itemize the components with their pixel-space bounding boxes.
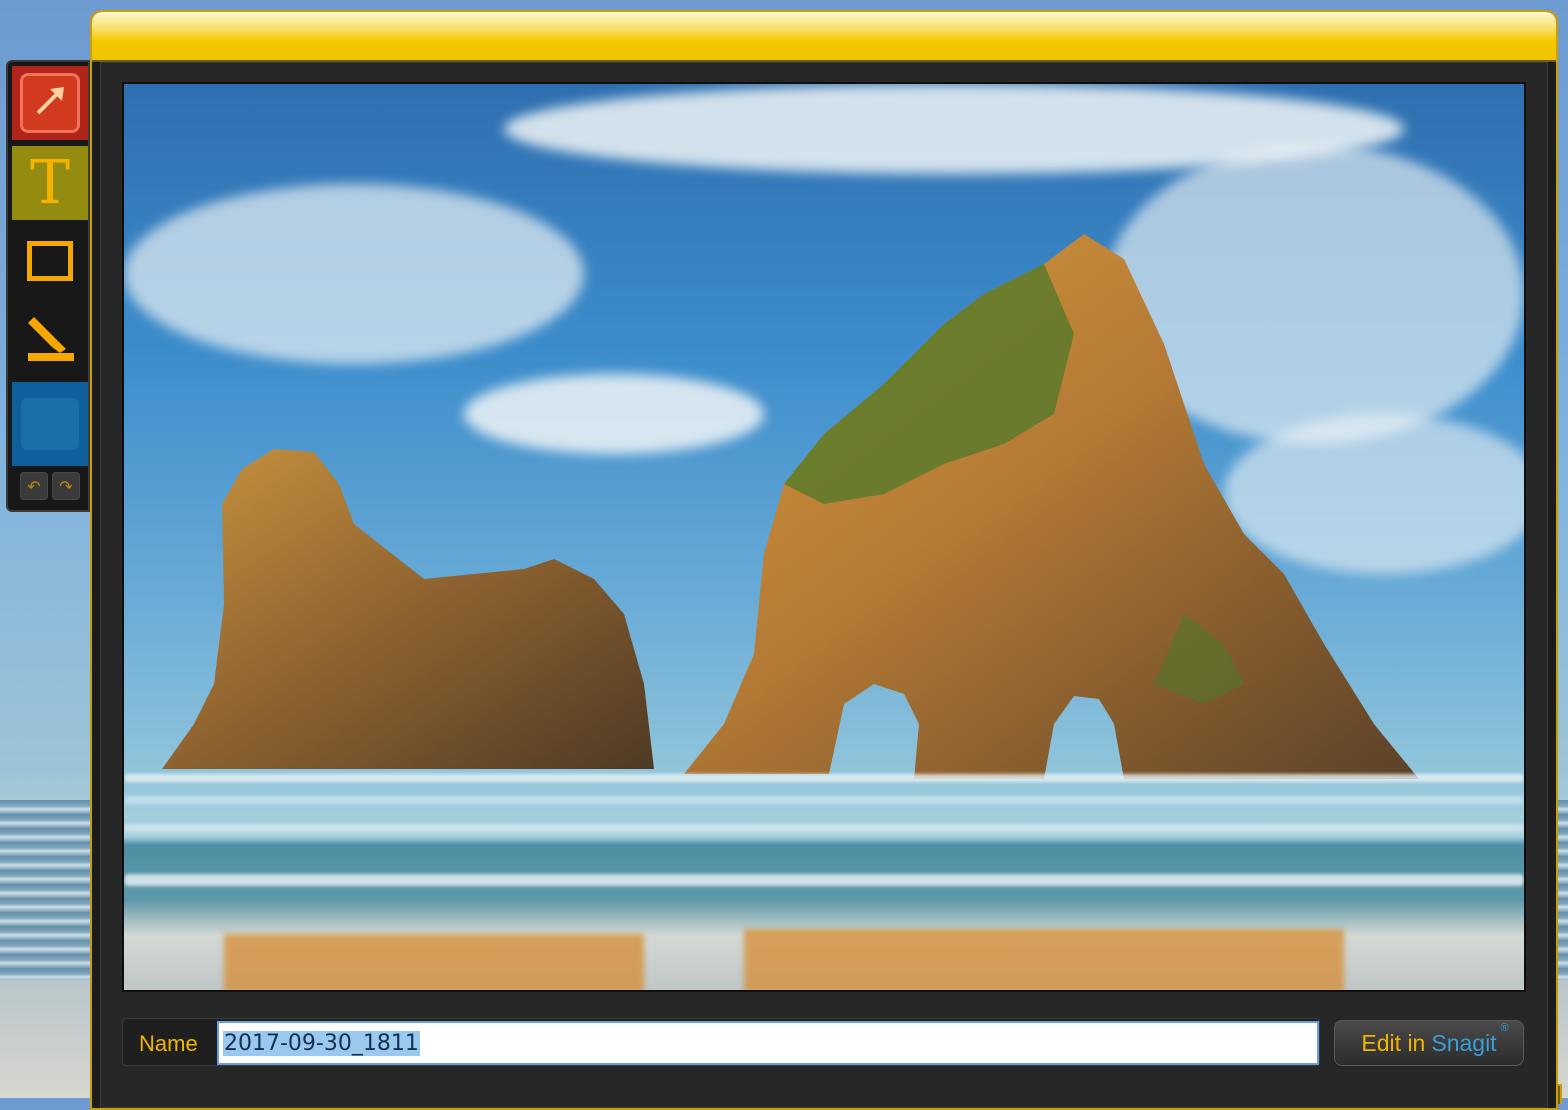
arrow-icon	[30, 81, 70, 125]
snagit-brand-text: Snagit	[1431, 1029, 1497, 1056]
registered-mark: ®	[1500, 1021, 1509, 1034]
rock-formations	[162, 234, 1419, 779]
undo-button[interactable]: ↶	[20, 472, 48, 500]
redo-button[interactable]: ↷	[52, 472, 80, 500]
highlighter-tool-button[interactable]	[12, 302, 88, 376]
rectangle-tool-button[interactable]	[12, 224, 88, 298]
name-label: Name	[139, 1031, 198, 1056]
arrow-tool-button[interactable]	[12, 66, 88, 140]
edit-in-snagit-button[interactable]: Edit in Snagit ®	[1334, 1020, 1524, 1066]
annotation-toolbar: T ↶ ↷	[6, 60, 90, 512]
snagit-brand: Snagit ®	[1431, 1022, 1508, 1057]
color-picker-button[interactable]	[12, 382, 88, 466]
text-tool-button[interactable]: T	[12, 146, 88, 220]
name-input-value: 2017-09-30_1811	[223, 1030, 420, 1056]
undo-icon: ↶	[27, 476, 41, 496]
undo-redo-group: ↶ ↷	[20, 472, 80, 500]
redo-icon: ↷	[59, 476, 73, 496]
captured-image-preview	[122, 82, 1526, 992]
edit-in-label: Edit in	[1361, 1029, 1426, 1056]
window-titlebar[interactable]	[92, 12, 1556, 62]
highlighter-icon	[24, 311, 76, 367]
name-bar: Name 2017-09-30_1811	[122, 1018, 1320, 1066]
color-swatch-icon	[21, 398, 79, 450]
text-icon: T	[29, 148, 71, 218]
name-input[interactable]: 2017-09-30_1811	[217, 1021, 1319, 1065]
rectangle-icon	[27, 241, 73, 281]
